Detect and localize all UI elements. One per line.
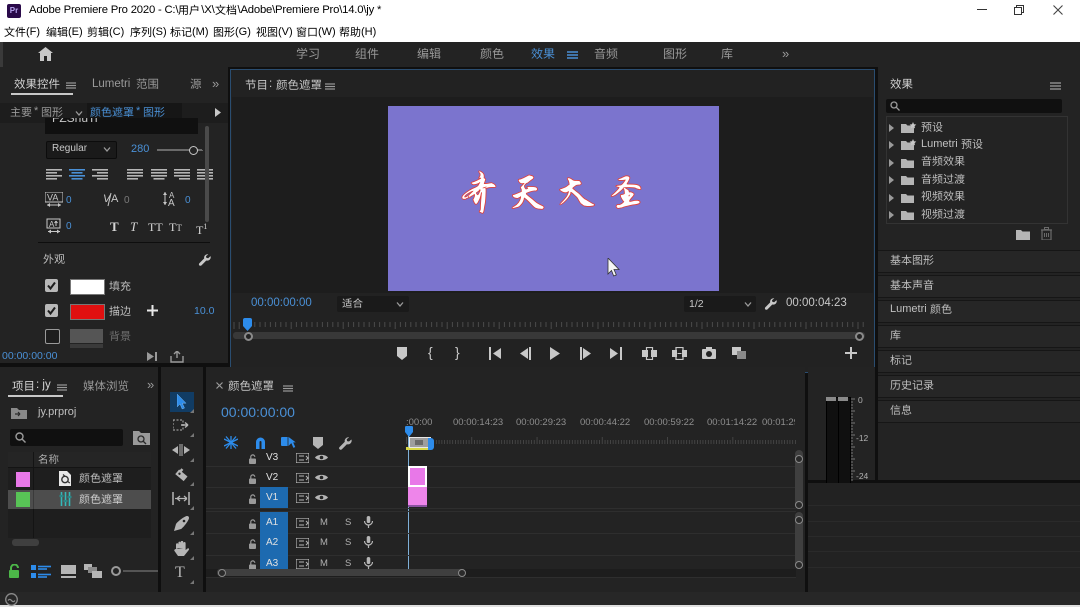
svg-text:A: A xyxy=(168,198,175,207)
svg-text:A: A xyxy=(111,193,119,205)
svg-text:A: A xyxy=(49,220,55,229)
svg-text:VA: VA xyxy=(47,193,58,203)
